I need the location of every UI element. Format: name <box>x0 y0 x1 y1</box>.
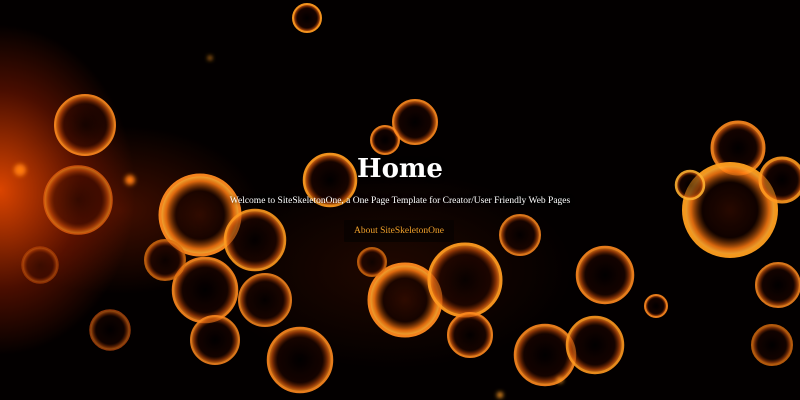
hero-tagline: Welcome to SiteSkeletonOne, a One Page T… <box>229 196 571 206</box>
hero-section: Home Welcome to SiteSkeletonOne, a One P… <box>0 0 800 400</box>
about-button[interactable]: About SiteSkeletonOne <box>344 220 454 242</box>
page-title: Home <box>357 154 443 184</box>
hero-content: Home Welcome to SiteSkeletonOne, a One P… <box>0 0 800 400</box>
